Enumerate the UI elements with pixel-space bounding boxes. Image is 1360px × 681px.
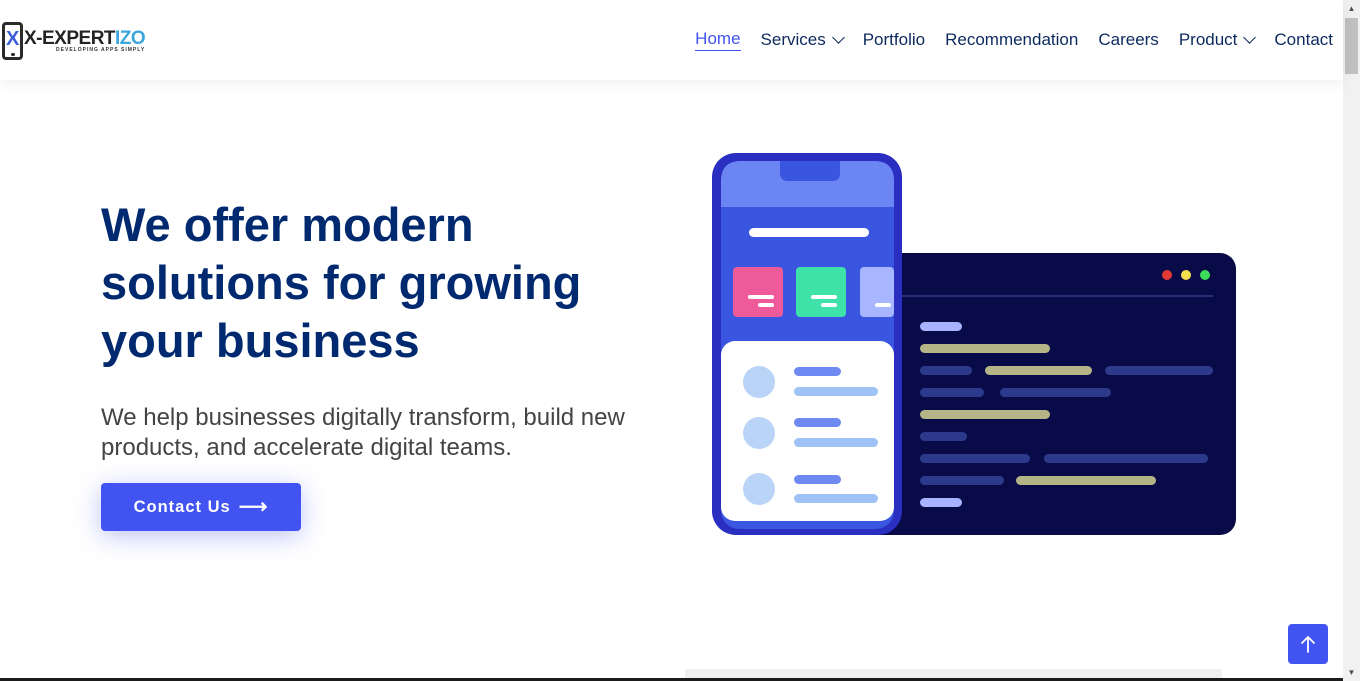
contact-us-button[interactable]: Contact Us ⟶ (101, 483, 301, 531)
phone-illustration (712, 153, 902, 535)
nav-contact[interactable]: Contact (1274, 29, 1333, 51)
site-header: X X-EXPERTIZO DEVELOPING APPS SIMPLY Hom… (0, 0, 1343, 80)
brand-name: X-EXPERTIZO (24, 28, 146, 49)
phone-logo-icon: X (2, 22, 23, 60)
main-nav: Home Services Portfolio Recommendation C… (675, 28, 1333, 51)
chevron-down-icon (1243, 30, 1257, 44)
nav-home[interactable]: Home (695, 28, 741, 51)
brand-logo[interactable]: X X-EXPERTIZO DEVELOPING APPS SIMPLY (2, 22, 146, 60)
logo-x-mark: X (6, 28, 20, 50)
arrow-up-icon (1301, 636, 1315, 653)
scroll-down-arrow-icon[interactable]: ▼ (1343, 664, 1360, 681)
nav-services[interactable]: Services (761, 29, 845, 51)
back-to-top-button[interactable] (1288, 624, 1328, 664)
nav-recommendation[interactable]: Recommendation (945, 29, 1078, 51)
nav-product[interactable]: Product (1179, 29, 1257, 51)
brand-tagline: DEVELOPING APPS SIMPLY (56, 47, 146, 53)
hero-title: We offer modern solutions for growing yo… (101, 198, 582, 367)
arrow-right-icon: ⟶ (238, 496, 269, 518)
scroll-up-arrow-icon[interactable]: ▲ (1343, 0, 1360, 17)
contact-us-label: Contact Us (133, 497, 231, 516)
nav-portfolio[interactable]: Portfolio (863, 29, 925, 51)
scrollbar-thumb[interactable] (1345, 18, 1358, 74)
vertical-scrollbar[interactable]: ▲ ▼ (1343, 0, 1360, 681)
hero-subtitle: We help businesses digitally transform, … (101, 404, 625, 461)
chevron-down-icon (831, 30, 845, 44)
code-window-illustration (850, 253, 1236, 535)
nav-careers[interactable]: Careers (1098, 29, 1158, 51)
hero-illustration (712, 153, 1236, 535)
